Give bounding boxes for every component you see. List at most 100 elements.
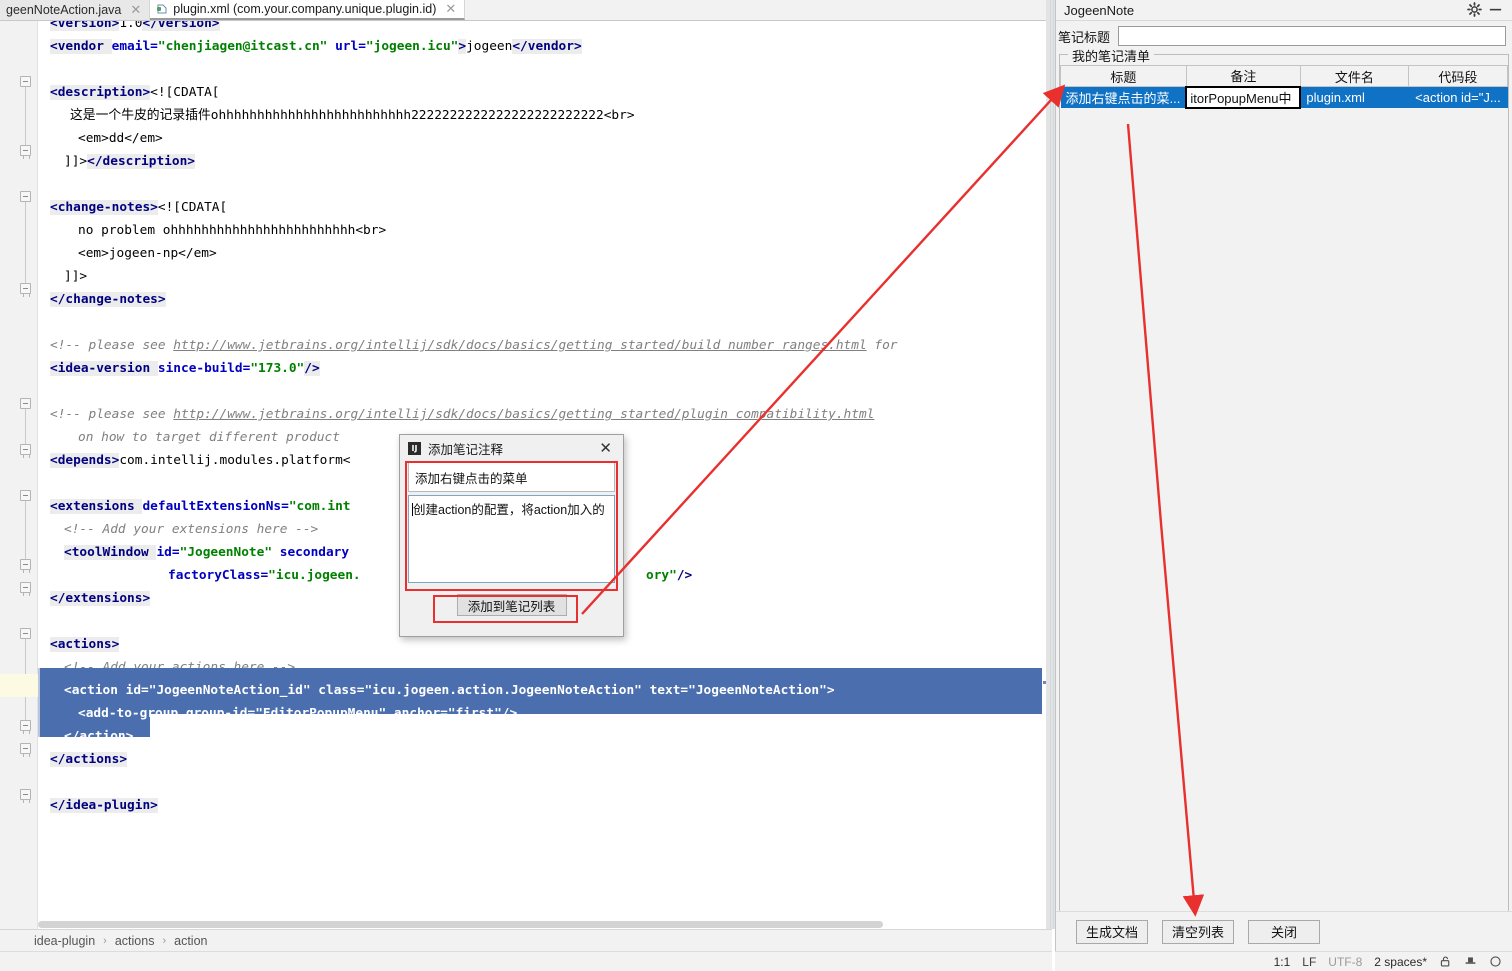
code-token: ohhhhhhhhhhhhhhhhhhhhhhhhh22222222222222… (210, 108, 604, 123)
minimize-icon[interactable] (1488, 2, 1506, 18)
fold-marker[interactable] (20, 283, 31, 297)
note-table[interactable]: 标题 备注 文件名 代码段 添加右键点击的菜... itorPopupMenu中… (1060, 65, 1509, 109)
fold-marker[interactable] (20, 398, 31, 409)
note-title-field[interactable] (1118, 26, 1506, 46)
tab-java-file[interactable]: geenNoteAction.java ✕ (0, 0, 151, 20)
chevron-right-icon: › (103, 934, 107, 947)
breadcrumb-item-2[interactable]: action (174, 934, 207, 948)
editor-horizontal-scrollbar[interactable] (38, 919, 1052, 929)
generate-doc-button[interactable]: 生成文档 (1076, 919, 1148, 944)
fold-marker[interactable] (20, 76, 31, 87)
code-token: "com.int (288, 499, 351, 514)
fold-marker[interactable] (20, 490, 31, 501)
code-line: </change-notes> (50, 288, 166, 311)
fold-marker[interactable] (20, 582, 31, 596)
code-token: </idea-plugin> (50, 798, 158, 813)
tab-plugin-xml[interactable]: plugin.xml (com.your.company.unique.plug… (150, 0, 466, 20)
hat-icon[interactable] (1464, 955, 1477, 968)
caret-position[interactable]: 1:1 (1274, 955, 1291, 969)
cell-remark-editing[interactable]: itorPopupMenu中 (1185, 85, 1302, 109)
status-bar: 1:1 LF UTF-8 2 spaces* (1055, 951, 1512, 971)
close-icon[interactable]: ✕ (130, 2, 141, 18)
close-button[interactable]: 关闭 (1248, 919, 1320, 944)
file-encoding[interactable]: UTF-8 (1328, 955, 1362, 969)
code-token: <version> (50, 21, 120, 31)
code-token: <change-notes> (50, 200, 158, 215)
close-icon[interactable]: ✕ (594, 441, 617, 456)
caret-row-highlight (0, 674, 38, 697)
code-token: <actions> (50, 637, 120, 652)
code-token: for (866, 338, 906, 353)
code-selection-band (38, 668, 1052, 691)
note-body-textarea[interactable]: 创建action的配置，将action加入的 (408, 495, 615, 583)
add-to-note-list-button[interactable]: 添加到笔记列表 (456, 594, 567, 616)
code-token: defaultExtensionNs= (142, 499, 289, 514)
code-line: factoryClass="icu.jogeen. (168, 564, 361, 587)
code-line: <depends>com.intellij.modules.platform< (50, 449, 350, 472)
code-selection-band (38, 714, 150, 737)
fold-line (25, 202, 26, 283)
editor-toolwindow-splitter[interactable] (1046, 0, 1055, 929)
lock-icon[interactable] (1439, 955, 1452, 968)
code-token: <![CDATA[ (157, 200, 228, 215)
breadcrumb-item-0[interactable]: idea-plugin (34, 934, 95, 948)
cell-filename[interactable]: plugin.xml (1300, 86, 1409, 108)
code-token: ]]> (64, 154, 88, 169)
code-line: <version>1.0</version> (50, 21, 220, 35)
line-separator[interactable]: LF (1302, 955, 1316, 969)
clear-list-button[interactable]: 清空列表 (1162, 919, 1234, 944)
code-line: <!-- please see http://www.jetbrains.org… (50, 403, 874, 426)
fold-marker[interactable] (20, 191, 31, 202)
code-token: /> (304, 361, 320, 376)
close-icon[interactable]: ✕ (445, 1, 456, 17)
code-line: <description><![CDATA[ (50, 81, 220, 104)
indent-setting[interactable]: 2 spaces* (1374, 955, 1427, 969)
dialog-title-bar[interactable]: IJ 添加笔记注释 ✕ (400, 435, 623, 462)
fold-marker[interactable] (20, 559, 31, 573)
code-token: "jogeen.icu" (365, 39, 459, 54)
fold-marker[interactable] (20, 743, 31, 757)
breadcrumb-item-1[interactable]: actions (115, 934, 155, 948)
code-token: no problem ohhhhhhhhhhhhhhhhhhhhhhhh<br> (78, 223, 387, 238)
scrollbar-thumb[interactable] (38, 921, 883, 928)
code-token: com.intellij.modules.platform< (119, 453, 351, 468)
fold-marker[interactable] (20, 444, 31, 458)
code-token: email= (111, 39, 158, 54)
dialog-body: 添加右键点击的菜单 创建action的配置，将action加入的 添加到笔记列表 (400, 461, 623, 623)
table-row[interactable]: 添加右键点击的菜... itorPopupMenu中 plugin.xml <a… (1060, 85, 1508, 109)
code-line: no problem ohhhhhhhhhhhhhhhhhhhhhhhh<br> (78, 219, 386, 242)
selection-fence (38, 668, 40, 737)
code-token: <!-- please see (50, 407, 174, 422)
note-body-value: 创建action的配置，将action加入的 (413, 503, 605, 517)
code-line: <!-- Add your extensions here --> (64, 518, 318, 541)
smiley-icon[interactable] (1489, 955, 1502, 968)
code-line: </idea-plugin> (50, 794, 158, 817)
tab-label: geenNoteAction.java (6, 3, 122, 17)
editor-tab-bar: geenNoteAction.java ✕ plugin.xml (com.yo… (0, 0, 1052, 21)
fold-marker[interactable] (20, 145, 31, 159)
breadcrumb[interactable]: idea-plugin › actions › action (0, 929, 1052, 951)
column-header-codesnippet[interactable]: 代码段 (1407, 65, 1509, 87)
code-line: <vendor email="chenjiagen@itcast.cn" url… (50, 35, 582, 58)
code-token: </version> (142, 21, 220, 31)
fold-marker[interactable] (20, 720, 31, 734)
add-note-dialog[interactable]: IJ 添加笔记注释 ✕ 添加右键点击的菜单 创建action的配置，将actio… (399, 434, 624, 637)
code-token: jogeen (466, 39, 513, 54)
cell-codesnippet[interactable]: <action id="J... (1408, 86, 1508, 108)
code-line: <em>dd</em> (78, 127, 163, 150)
intellij-logo-icon: IJ (408, 442, 421, 455)
editor-bottom-strip (0, 951, 1052, 971)
cell-title[interactable]: 添加右键点击的菜... (1060, 86, 1187, 108)
fold-marker[interactable] (20, 789, 31, 803)
column-header-remark[interactable]: 备注 (1185, 65, 1301, 87)
code-line: <!-- please see http://www.jetbrains.org… (50, 334, 905, 357)
column-header-filename[interactable]: 文件名 (1299, 65, 1409, 87)
editor-gutter[interactable] (0, 21, 38, 929)
note-title-input[interactable]: 添加右键点击的菜单 (408, 462, 615, 492)
code-line: on how to target different product (78, 426, 340, 449)
column-header-title[interactable]: 标题 (1060, 65, 1187, 87)
dialog-button-row: 添加到笔记列表 (408, 594, 615, 623)
gear-icon[interactable] (1467, 2, 1485, 18)
code-token: </actions> (50, 752, 128, 767)
fold-marker[interactable] (20, 628, 31, 639)
